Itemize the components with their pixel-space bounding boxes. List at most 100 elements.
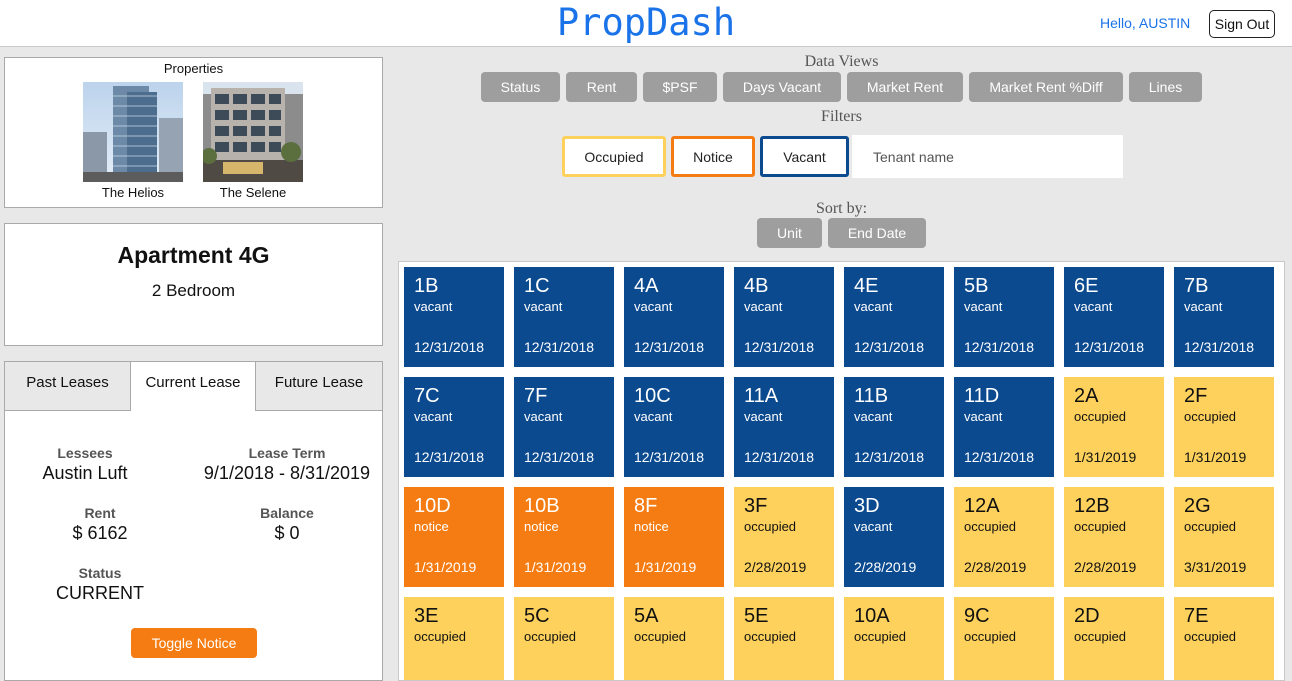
- balance-field: Balance $ 0: [187, 505, 387, 544]
- sort-unit-button[interactable]: Unit: [757, 218, 822, 248]
- sort-end-date-button[interactable]: End Date: [828, 218, 926, 248]
- tenant-name-input[interactable]: [852, 135, 1123, 178]
- tab-future-lease[interactable]: Future Lease: [256, 362, 382, 411]
- filter-vacant-button[interactable]: Vacant: [760, 136, 849, 177]
- unit-end-date: 12/31/2018: [634, 339, 705, 355]
- unit-tile[interactable]: 3D vacant 2/28/2019: [844, 487, 944, 587]
- unit-status: vacant: [634, 299, 673, 314]
- unit-status: vacant: [854, 299, 893, 314]
- apartment-bedrooms: 2 Bedroom: [151, 281, 236, 300]
- unit-tile[interactable]: 10A occupied: [844, 597, 944, 680]
- tab-current-lease[interactable]: Current Lease: [131, 362, 256, 411]
- sign-out-button[interactable]: Sign Out: [1209, 10, 1275, 38]
- unit-status: notice: [634, 519, 669, 534]
- toggle-notice-button[interactable]: Toggle Notice: [131, 628, 257, 658]
- unit-tile[interactable]: 7B vacant 12/31/2018: [1174, 267, 1274, 367]
- balance-value: $ 0: [274, 523, 300, 543]
- unit-status: occupied: [1074, 519, 1127, 534]
- unit-end-date: 1/31/2019: [1074, 449, 1137, 465]
- unit-tile[interactable]: 7E occupied: [1174, 597, 1274, 680]
- unit-end-date: 2/28/2019: [964, 559, 1027, 575]
- unit-end-date: 3/31/2019: [1184, 559, 1247, 575]
- unit-number: 4B: [744, 275, 769, 297]
- unit-tile[interactable]: 5B vacant 12/31/2018: [954, 267, 1054, 367]
- view-lines-button[interactable]: Lines: [1129, 72, 1202, 102]
- unit-number: 5A: [634, 605, 659, 627]
- balance-label: Balance: [260, 505, 314, 521]
- unit-tile[interactable]: 11B vacant 12/31/2018: [844, 377, 944, 477]
- unit-status: occupied: [744, 519, 797, 534]
- unit-tile[interactable]: 12A occupied 2/28/2019: [954, 487, 1054, 587]
- unit-tile[interactable]: 2A occupied 1/31/2019: [1064, 377, 1164, 477]
- view-market-rent-diff-button[interactable]: Market Rent %Diff: [969, 72, 1123, 102]
- unit-number: 1B: [414, 275, 439, 297]
- unit-tile[interactable]: 7C vacant 12/31/2018: [404, 377, 504, 477]
- unit-tile[interactable]: 2F occupied 1/31/2019: [1174, 377, 1274, 477]
- unit-status: occupied: [1074, 629, 1127, 644]
- unit-status: vacant: [524, 299, 563, 314]
- selene-building-image[interactable]: [203, 82, 303, 182]
- property-card-selene[interactable]: The Selene: [203, 82, 303, 200]
- unit-tile[interactable]: 2G occupied 3/31/2019: [1174, 487, 1274, 587]
- unit-number: 3F: [744, 495, 768, 517]
- view-days-vacant-button[interactable]: Days Vacant: [723, 72, 841, 102]
- unit-tile[interactable]: 10D notice 1/31/2019: [404, 487, 504, 587]
- unit-tile[interactable]: 11A vacant 12/31/2018: [734, 377, 834, 477]
- unit-end-date: 12/31/2018: [744, 449, 815, 465]
- rent-label: Rent: [84, 505, 116, 521]
- status-label: Status: [78, 565, 122, 581]
- unit-tile[interactable]: 12B occupied 2/28/2019: [1064, 487, 1164, 587]
- tab-past-leases[interactable]: Past Leases: [5, 362, 131, 411]
- unit-number: 3D: [854, 495, 880, 517]
- app-logo: PropDash: [556, 1, 736, 44]
- unit-tile[interactable]: 4B vacant 12/31/2018: [734, 267, 834, 367]
- unit-end-date: 12/31/2018: [1184, 339, 1255, 355]
- unit-tile[interactable]: 11D vacant 12/31/2018: [954, 377, 1054, 477]
- unit-status: notice: [414, 519, 449, 534]
- unit-status: occupied: [1074, 409, 1127, 424]
- property-card-helios[interactable]: The Helios: [83, 82, 183, 200]
- unit-tile[interactable]: 10C vacant 12/31/2018: [624, 377, 724, 477]
- unit-tile[interactable]: 9C occupied: [954, 597, 1054, 680]
- unit-tile[interactable]: 5E occupied: [734, 597, 834, 680]
- unit-number: 11B: [854, 385, 889, 407]
- unit-status: occupied: [1184, 519, 1237, 534]
- unit-tile[interactable]: 1C vacant 12/31/2018: [514, 267, 614, 367]
- lessees-field: Lessees Austin Luft: [5, 445, 165, 484]
- unit-tile[interactable]: 8F notice 1/31/2019: [624, 487, 724, 587]
- view-market-rent-button[interactable]: Market Rent: [847, 72, 963, 102]
- lease-term-label: Lease Term: [248, 445, 326, 461]
- unit-tile[interactable]: 2D occupied: [1064, 597, 1164, 680]
- unit-tile[interactable]: 3F occupied 2/28/2019: [734, 487, 834, 587]
- data-views-title: Data Views: [804, 53, 879, 70]
- unit-number: 1C: [524, 275, 550, 297]
- unit-status: occupied: [1184, 409, 1237, 424]
- unit-end-date: 2/28/2019: [1074, 559, 1137, 575]
- lease-term-value: 9/1/2018 - 8/31/2019: [203, 463, 371, 483]
- property-name: The Selene: [219, 185, 287, 200]
- unit-tile[interactable]: 5A occupied: [624, 597, 724, 680]
- unit-end-date: 12/31/2018: [854, 339, 925, 355]
- unit-tile[interactable]: 7F vacant 12/31/2018: [514, 377, 614, 477]
- unit-tile[interactable]: 1B vacant 12/31/2018: [404, 267, 504, 367]
- unit-number: 7C: [414, 385, 440, 407]
- apartment-panel: Apartment 4G 2 Bedroom: [4, 223, 383, 346]
- filter-notice-button[interactable]: Notice: [671, 136, 755, 177]
- lessees-value: Austin Luft: [42, 463, 128, 483]
- unit-tile[interactable]: 4A vacant 12/31/2018: [624, 267, 724, 367]
- unit-status: occupied: [744, 629, 797, 644]
- unit-end-date: 12/31/2018: [964, 449, 1035, 465]
- unit-tile[interactable]: 10B notice 1/31/2019: [514, 487, 614, 587]
- view-status-button[interactable]: Status: [481, 72, 560, 102]
- unit-tile[interactable]: 4E vacant 12/31/2018: [844, 267, 944, 367]
- unit-tile[interactable]: 6E vacant 12/31/2018: [1064, 267, 1164, 367]
- filter-occupied-button[interactable]: Occupied: [562, 136, 666, 177]
- unit-number: 5E: [744, 605, 769, 627]
- helios-building-image[interactable]: [83, 82, 183, 182]
- unit-tile[interactable]: 3E occupied: [404, 597, 504, 680]
- unit-end-date: 12/31/2018: [414, 339, 485, 355]
- view-psf-button[interactable]: $PSF: [643, 72, 717, 102]
- unit-tile[interactable]: 5C occupied: [514, 597, 614, 680]
- view-rent-button[interactable]: Rent: [566, 72, 637, 102]
- unit-end-date: 12/31/2018: [524, 339, 595, 355]
